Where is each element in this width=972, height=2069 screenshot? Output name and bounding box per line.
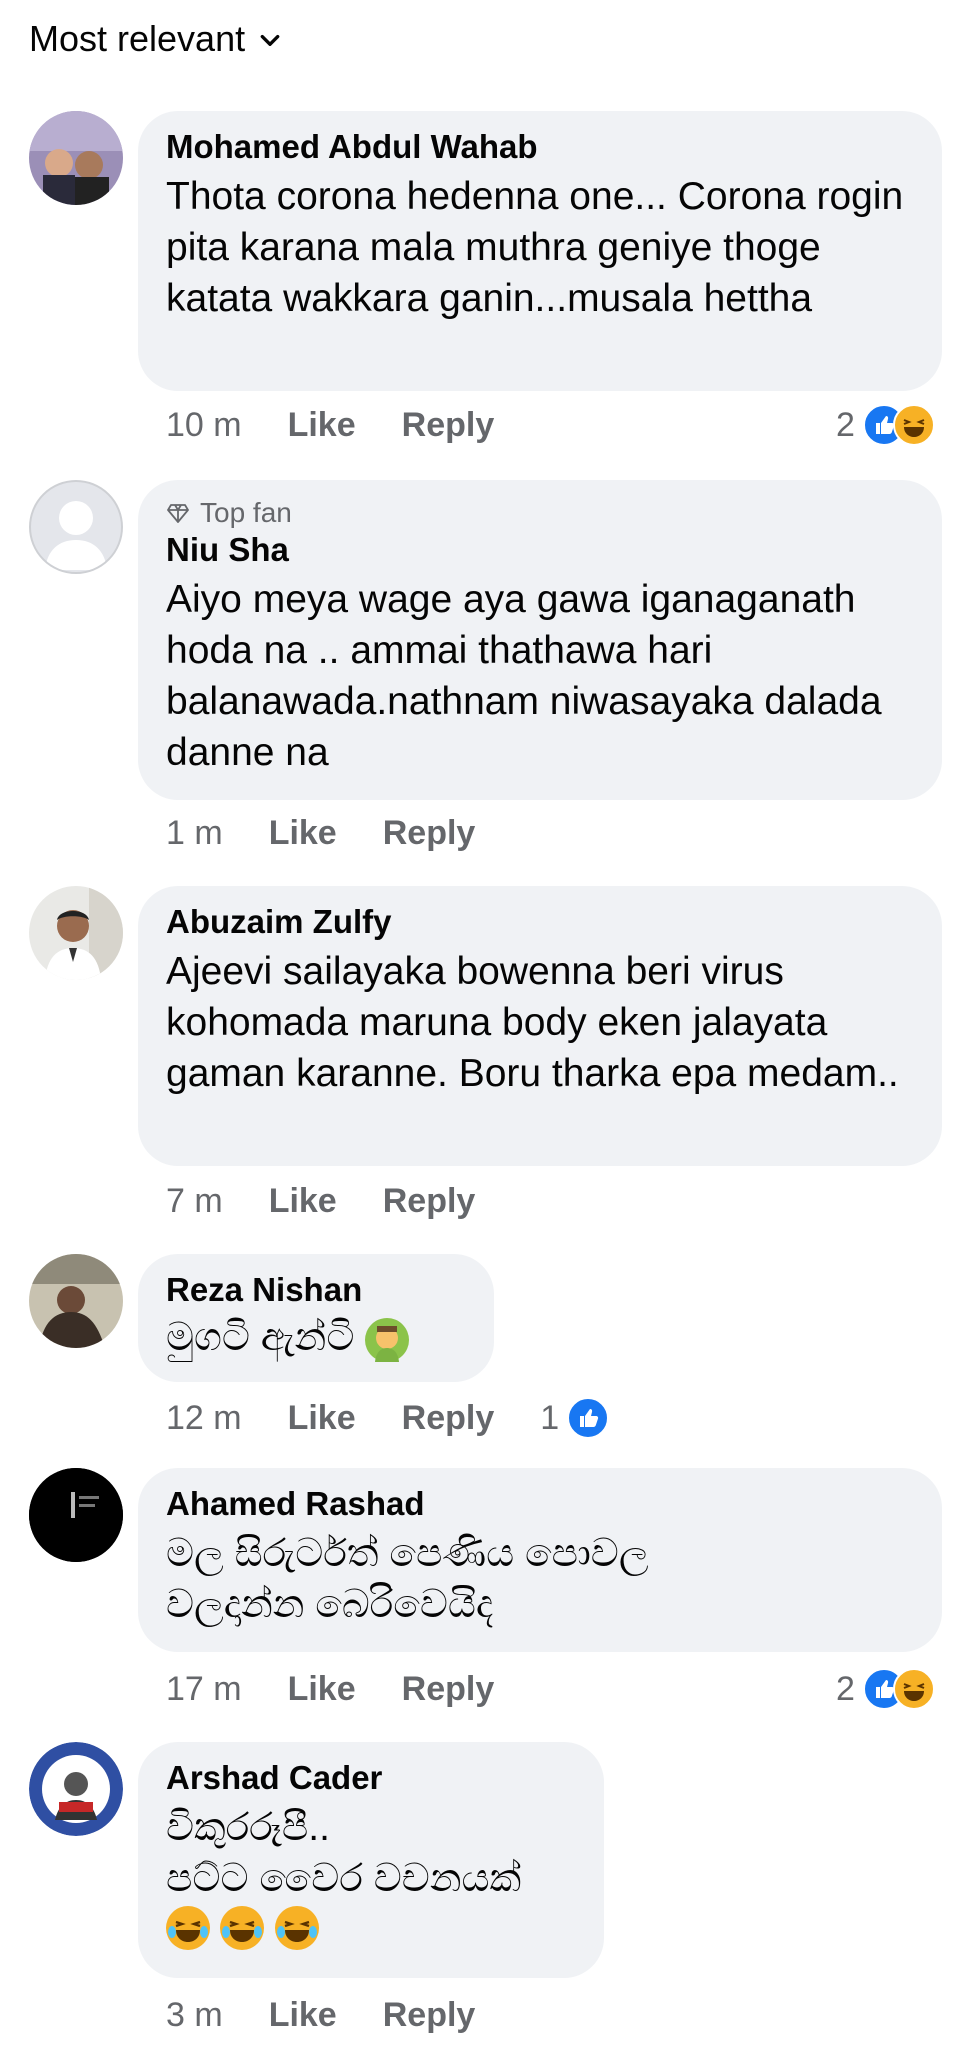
haha-icon [892,404,935,446]
comment-bubble: Mohamed Abdul Wahab Thota corona hedenna… [138,111,942,391]
laughing-emoji [220,1906,265,1950]
comment-actions: 17 m Like Reply [166,1670,540,1709]
reply-button[interactable]: Reply [402,406,495,445]
reply-button[interactable]: Reply [383,814,476,853]
comment-text: Thota corona hedenna one... Corona rogin… [166,175,904,320]
comment-actions: 10 m Like Reply [166,406,540,445]
like-button[interactable]: Like [288,1670,356,1709]
avatar[interactable] [29,111,123,205]
comment-text: Aiyo meya wage aya gawa iganaganath hoda… [166,578,882,774]
default-avatar-icon [45,501,107,570]
avatar[interactable] [29,480,123,574]
comment-bubble: Arshad Cader විකුරරූපී.. පට්ට වෛර වචනයක් [138,1742,604,1978]
comment-actions: 7 m Like Reply [166,1182,521,1221]
comment-bubble: Ahamed Rashad මල සිරුර්ටත් පෙණිය පොවල වල… [138,1468,942,1652]
reaction-summary[interactable]: 1 [540,1397,610,1439]
comment-bubble: Reza Nishan මුගටි ඇන්ටි [138,1254,494,1382]
reply-button[interactable]: Reply [383,1996,476,2035]
avatar-photo [29,111,123,205]
avatar-photo [29,886,123,980]
comment-bubble: Abuzaim Zulfy Ajeevi sailayaka bowenna b… [138,886,942,1166]
comment-bubble: Top fan Niu Sha Aiyo meya wage aya gawa … [138,480,942,800]
laughing-emoji [166,1906,210,1950]
laughing-emoji [274,1906,319,1950]
reaction-count: 1 [540,1398,560,1437]
comment-text-line1: විකුරරූපී.. [166,1806,330,1849]
comment-time[interactable]: 7 m [166,1182,223,1221]
like-button[interactable]: Like [269,1996,337,2035]
like-button[interactable]: Like [269,1182,337,1221]
comment-time[interactable]: 3 m [166,1996,223,2035]
top-fan-label: Top fan [200,497,292,528]
comment-author[interactable]: Mohamed Abdul Wahab [166,127,914,167]
avatar[interactable] [29,1742,123,1836]
comment-actions: 1 m Like Reply [166,814,521,853]
haha-icon [892,1668,935,1710]
comment-text-line2: පට්ට වෛර වචනයක් [166,1857,522,1900]
like-button[interactable]: Like [269,814,337,853]
avatar-photo [29,1742,123,1836]
comment-author[interactable]: Abuzaim Zulfy [166,902,914,942]
reaction-count: 2 [836,405,855,444]
comment-author[interactable]: Niu Sha [166,530,914,570]
reply-button[interactable]: Reply [402,1670,495,1709]
diamond-icon [167,504,189,523]
reply-button[interactable]: Reply [402,1399,495,1438]
facepalm-emoji [365,1317,410,1362]
like-button[interactable]: Like [288,406,356,445]
comment-time[interactable]: 1 m [166,814,223,853]
comment-actions: 12 m Like Reply 1 [166,1397,610,1439]
sort-dropdown[interactable]: Most relevant [29,18,281,60]
reaction-count: 2 [836,1669,855,1708]
like-button[interactable]: Like [288,1399,356,1438]
chevron-down-icon [260,34,280,46]
comment-time[interactable]: 17 m [166,1670,242,1709]
like-icon [567,1397,610,1439]
avatar[interactable] [29,1468,123,1562]
comment-author[interactable]: Reza Nishan [166,1270,466,1310]
avatar-photo [29,1254,123,1348]
reply-button[interactable]: Reply [383,1182,476,1221]
comment-text: මල සිරුර්ටත් පෙණිය පොවල වලදාන්න බෙරිවෙයි… [166,1532,649,1626]
comment-text: Ajeevi sailayaka bowenna beri virus koho… [166,950,899,1095]
comment-time[interactable]: 12 m [166,1399,242,1438]
comment-time[interactable]: 10 m [166,406,242,445]
sort-label: Most relevant [29,18,246,59]
comment-text: මුගටි ඇන්ටි [166,1316,355,1359]
comment-author[interactable]: Arshad Cader [166,1758,576,1798]
reaction-summary[interactable]: 2 [836,404,935,446]
avatar[interactable] [29,886,123,980]
top-fan-badge: Top fan [166,496,914,530]
reaction-summary[interactable]: 2 [836,1668,935,1710]
comment-author[interactable]: Ahamed Rashad [166,1484,914,1524]
comment-actions: 3 m Like Reply [166,1996,521,2035]
laughing-emoji-row [166,1906,576,1950]
avatar[interactable] [29,1254,123,1348]
avatar-photo [29,1468,123,1562]
